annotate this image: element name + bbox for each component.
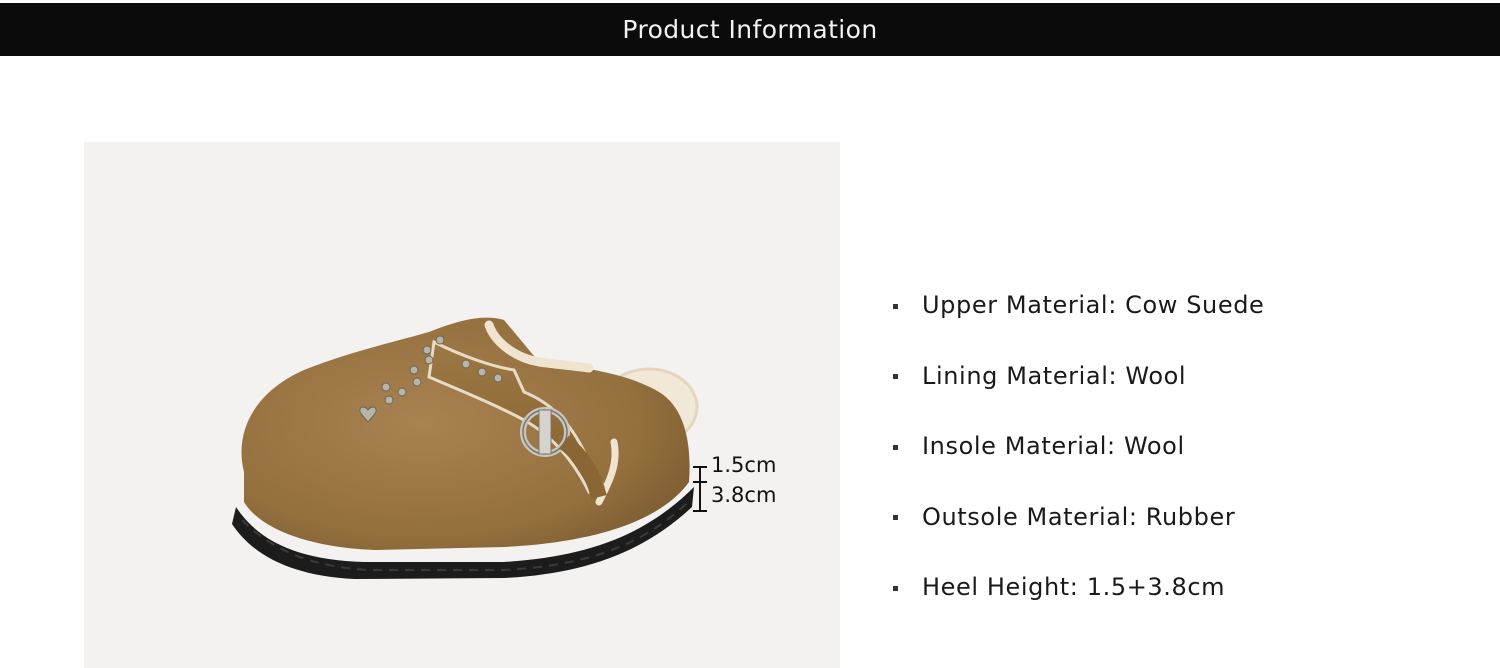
spec-item-heel-height: Heel Height: 1.5+3.8cm — [893, 552, 1264, 623]
spec-item-insole-material: Insole Material: Wool — [893, 411, 1264, 482]
page-title: Product Information — [622, 15, 878, 44]
spec-label: Insole Material: Wool — [922, 432, 1185, 461]
measurement-upper: 1.5cm — [711, 453, 777, 477]
bullet-icon — [893, 303, 898, 309]
bullet-icon — [893, 444, 898, 450]
spec-label: Upper Material: Cow Suede — [922, 291, 1265, 320]
spec-item-upper-material: Upper Material: Cow Suede — [893, 270, 1264, 341]
measurement-lower: 3.8cm — [711, 483, 777, 507]
product-photo: 1.5cm 3.8cm — [84, 142, 840, 668]
suede-upper — [241, 317, 690, 550]
spec-item-outsole-material: Outsole Material: Rubber — [893, 482, 1264, 553]
spec-label: Heel Height: 1.5+3.8cm — [922, 573, 1226, 602]
bullet-icon — [893, 374, 898, 380]
bullet-icon — [893, 515, 898, 521]
clog-illustration — [232, 317, 707, 579]
spec-list: Upper Material: Cow Suede Lining Materia… — [893, 270, 1264, 623]
header-bar: Product Information — [0, 3, 1500, 56]
spec-label: Lining Material: Wool — [922, 361, 1187, 390]
spec-item-lining-material: Lining Material: Wool — [893, 341, 1264, 412]
spec-label: Outsole Material: Rubber — [922, 502, 1236, 531]
bullet-icon — [893, 585, 898, 591]
height-marker — [693, 466, 707, 512]
